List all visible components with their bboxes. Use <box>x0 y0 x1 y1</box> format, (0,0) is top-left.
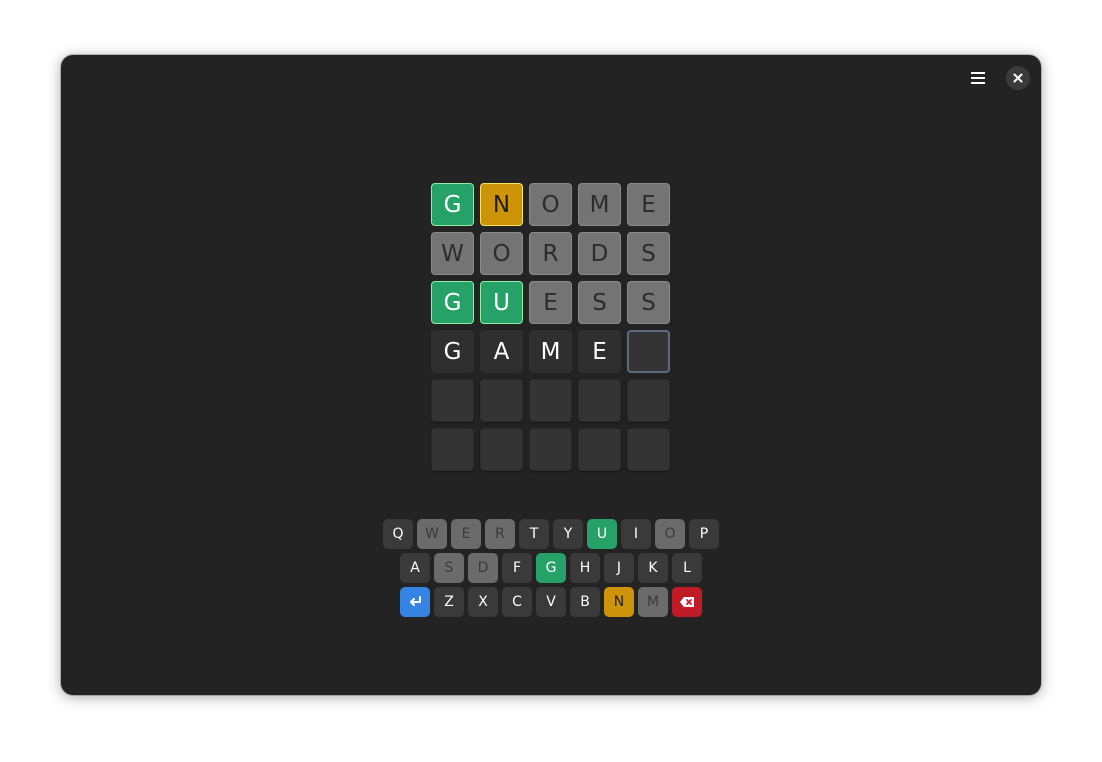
board-tile-r5-c2 <box>480 379 523 422</box>
board-tile-r4-c5 <box>627 330 670 373</box>
board-tile-r2-c5: S <box>627 232 670 275</box>
backspace-key[interactable] <box>672 587 702 617</box>
key-e[interactable]: E <box>451 519 481 549</box>
board-tile-r5-c1 <box>431 379 474 422</box>
board-tile-r1-c5: E <box>627 183 670 226</box>
app-window: GNOMEWORDSGUESSGAME QWERTYUIOPASDFGHJKLZ… <box>61 55 1041 695</box>
key-b[interactable]: B <box>570 587 600 617</box>
board-tile-r4-c3: M <box>529 330 572 373</box>
board-tile-r2-c2: O <box>480 232 523 275</box>
board-tile-r6-c1 <box>431 428 474 471</box>
key-p[interactable]: P <box>689 519 719 549</box>
key-l[interactable]: L <box>672 553 702 583</box>
board-tile-r2-c3: R <box>529 232 572 275</box>
board-tile-r6-c2 <box>480 428 523 471</box>
enter-icon <box>410 596 421 606</box>
close-icon <box>1013 73 1023 83</box>
board-tile-r5-c5 <box>627 379 670 422</box>
hamburger-menu-icon <box>971 72 985 84</box>
main-menu-button[interactable] <box>963 66 993 90</box>
board-tile-r6-c4 <box>578 428 621 471</box>
board-tile-r2-c4: D <box>578 232 621 275</box>
board-tile-r4-c1: G <box>431 330 474 373</box>
key-d[interactable]: D <box>468 553 498 583</box>
enter-key[interactable] <box>400 587 430 617</box>
key-h[interactable]: H <box>570 553 600 583</box>
guess-board: GNOMEWORDSGUESSGAME <box>431 183 670 471</box>
key-s[interactable]: S <box>434 553 464 583</box>
backspace-icon <box>680 597 694 607</box>
board-tile-r2-c1: W <box>431 232 474 275</box>
board-tile-r6-c3 <box>529 428 572 471</box>
board-tile-r3-c2: U <box>480 281 523 324</box>
board-tile-r4-c4: E <box>578 330 621 373</box>
board-tile-r3-c1: G <box>431 281 474 324</box>
keyboard-row-3: ZXCVBNM <box>61 587 1041 617</box>
key-o[interactable]: O <box>655 519 685 549</box>
keyboard-row-1: QWERTYUIOP <box>61 519 1041 549</box>
key-n[interactable]: N <box>604 587 634 617</box>
key-m[interactable]: M <box>638 587 668 617</box>
board-tile-r1-c4: M <box>578 183 621 226</box>
close-button[interactable] <box>1006 66 1030 90</box>
key-g[interactable]: G <box>536 553 566 583</box>
key-a[interactable]: A <box>400 553 430 583</box>
key-j[interactable]: J <box>604 553 634 583</box>
board-tile-r1-c3: O <box>529 183 572 226</box>
key-t[interactable]: T <box>519 519 549 549</box>
board-tile-r5-c4 <box>578 379 621 422</box>
board-tile-r1-c1: G <box>431 183 474 226</box>
key-y[interactable]: Y <box>553 519 583 549</box>
board-tile-r5-c3 <box>529 379 572 422</box>
key-r[interactable]: R <box>485 519 515 549</box>
key-z[interactable]: Z <box>434 587 464 617</box>
key-c[interactable]: C <box>502 587 532 617</box>
on-screen-keyboard: QWERTYUIOP ASDFGHJKL ZXCVBNM <box>61 519 1041 621</box>
key-q[interactable]: Q <box>383 519 413 549</box>
key-w[interactable]: W <box>417 519 447 549</box>
board-tile-r3-c5: S <box>627 281 670 324</box>
key-f[interactable]: F <box>502 553 532 583</box>
key-x[interactable]: X <box>468 587 498 617</box>
key-u[interactable]: U <box>587 519 617 549</box>
board-tile-r1-c2: N <box>480 183 523 226</box>
board-tile-r4-c2: A <box>480 330 523 373</box>
board-tile-r3-c3: E <box>529 281 572 324</box>
key-v[interactable]: V <box>536 587 566 617</box>
board-tile-r3-c4: S <box>578 281 621 324</box>
board-tile-r6-c5 <box>627 428 670 471</box>
key-i[interactable]: I <box>621 519 651 549</box>
key-k[interactable]: K <box>638 553 668 583</box>
keyboard-row-2: ASDFGHJKL <box>61 553 1041 583</box>
